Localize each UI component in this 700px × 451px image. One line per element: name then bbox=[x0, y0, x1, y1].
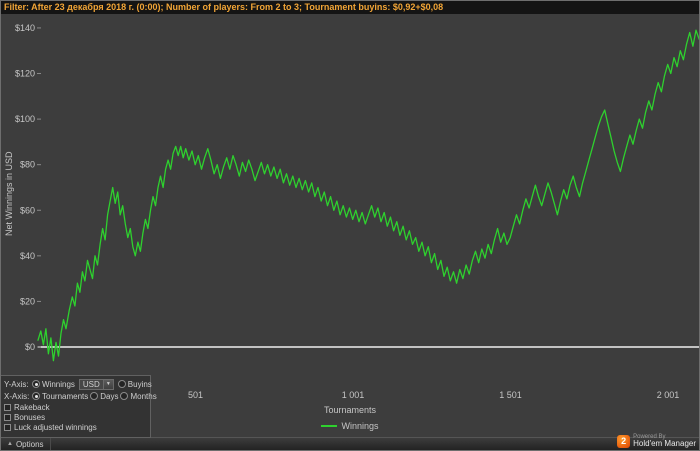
y-axis-row: Y-Axis: Winnings USD ▼ Buyins bbox=[4, 378, 152, 390]
graph-options-panel: Y-Axis: Winnings USD ▼ Buyins X-Axis: To… bbox=[1, 375, 157, 438]
holdem-manager-graph-window: Filter: After 23 декабря 2018 г. (0:00);… bbox=[0, 0, 700, 451]
y-tick-label: $140 bbox=[15, 23, 35, 33]
y-tick-label: $60 bbox=[20, 205, 35, 215]
x-axis-row-label: X-Axis: bbox=[4, 391, 30, 401]
luck-adjusted-checkbox-label[interactable]: Luck adjusted winnings bbox=[14, 423, 97, 432]
app-name-label: Hold'em Manager bbox=[633, 439, 696, 449]
days-radio-label[interactable]: Days bbox=[100, 392, 118, 401]
x-axis-row: X-Axis: Tournaments Days Months bbox=[4, 390, 157, 402]
y-tick-label: $120 bbox=[15, 69, 35, 79]
tournaments-radio-label[interactable]: Tournaments bbox=[42, 392, 88, 401]
months-radio-label[interactable]: Months bbox=[130, 392, 156, 401]
currency-dropdown[interactable]: USD ▼ bbox=[78, 378, 114, 390]
dropdown-arrow-icon[interactable]: ▼ bbox=[102, 379, 113, 389]
x-tick-label: 501 bbox=[188, 390, 203, 400]
buyins-radio-label[interactable]: Buyins bbox=[128, 380, 152, 389]
tournaments-radio[interactable] bbox=[32, 392, 40, 400]
y-axis-title: Net Winnings in USD bbox=[4, 151, 14, 236]
y-tick-label: $80 bbox=[20, 160, 35, 170]
y-tick-label: $20 bbox=[20, 296, 35, 306]
currency-dropdown-value: USD bbox=[82, 379, 100, 389]
legend-swatch-winnings bbox=[321, 425, 338, 427]
legend-label-winnings: Winnings bbox=[341, 421, 379, 431]
y-tick-label: $40 bbox=[20, 251, 35, 261]
chevron-up-icon: ▲ bbox=[7, 441, 13, 447]
x-tick-label: 1 501 bbox=[499, 390, 522, 400]
holdem-manager-logo: 2 bbox=[617, 434, 631, 448]
luck-adjusted-checkbox[interactable] bbox=[4, 424, 11, 431]
days-radio[interactable] bbox=[90, 392, 99, 400]
bonuses-checkbox-label[interactable]: Bonuses bbox=[14, 413, 45, 422]
x-tick-label: 1 001 bbox=[342, 390, 365, 400]
winnings-radio[interactable] bbox=[32, 380, 40, 388]
y-tick-label: $100 bbox=[15, 114, 35, 124]
rakeback-checkbox-label[interactable]: Rakeback bbox=[14, 403, 50, 412]
filter-bar: Filter: After 23 декабря 2018 г. (0:00);… bbox=[1, 1, 699, 14]
powered-by-branding: 2 Powered By Hold'em Manager bbox=[617, 434, 696, 449]
buyins-radio[interactable] bbox=[117, 380, 126, 388]
powered-by-text: Powered By Hold'em Manager bbox=[633, 434, 696, 449]
rakeback-row: Rakeback bbox=[4, 403, 150, 412]
months-radio[interactable] bbox=[120, 392, 129, 400]
bottom-toolbar: ▲ Options bbox=[1, 437, 699, 450]
options-button[interactable]: ▲ Options bbox=[1, 438, 51, 450]
y-axis-row-label: Y-Axis: bbox=[4, 379, 29, 389]
options-button-label: Options bbox=[15, 439, 44, 449]
bonuses-row: Bonuses bbox=[4, 413, 150, 422]
luck-adjusted-row: Luck adjusted winnings bbox=[4, 423, 150, 432]
winnings-radio-label[interactable]: Winnings bbox=[42, 380, 75, 389]
y-tick-label: $0 bbox=[25, 342, 35, 352]
x-tick-label: 2 001 bbox=[657, 390, 680, 400]
bonuses-checkbox[interactable] bbox=[4, 414, 11, 421]
rakeback-checkbox[interactable] bbox=[4, 404, 11, 411]
winnings-series-line bbox=[37, 29, 699, 362]
